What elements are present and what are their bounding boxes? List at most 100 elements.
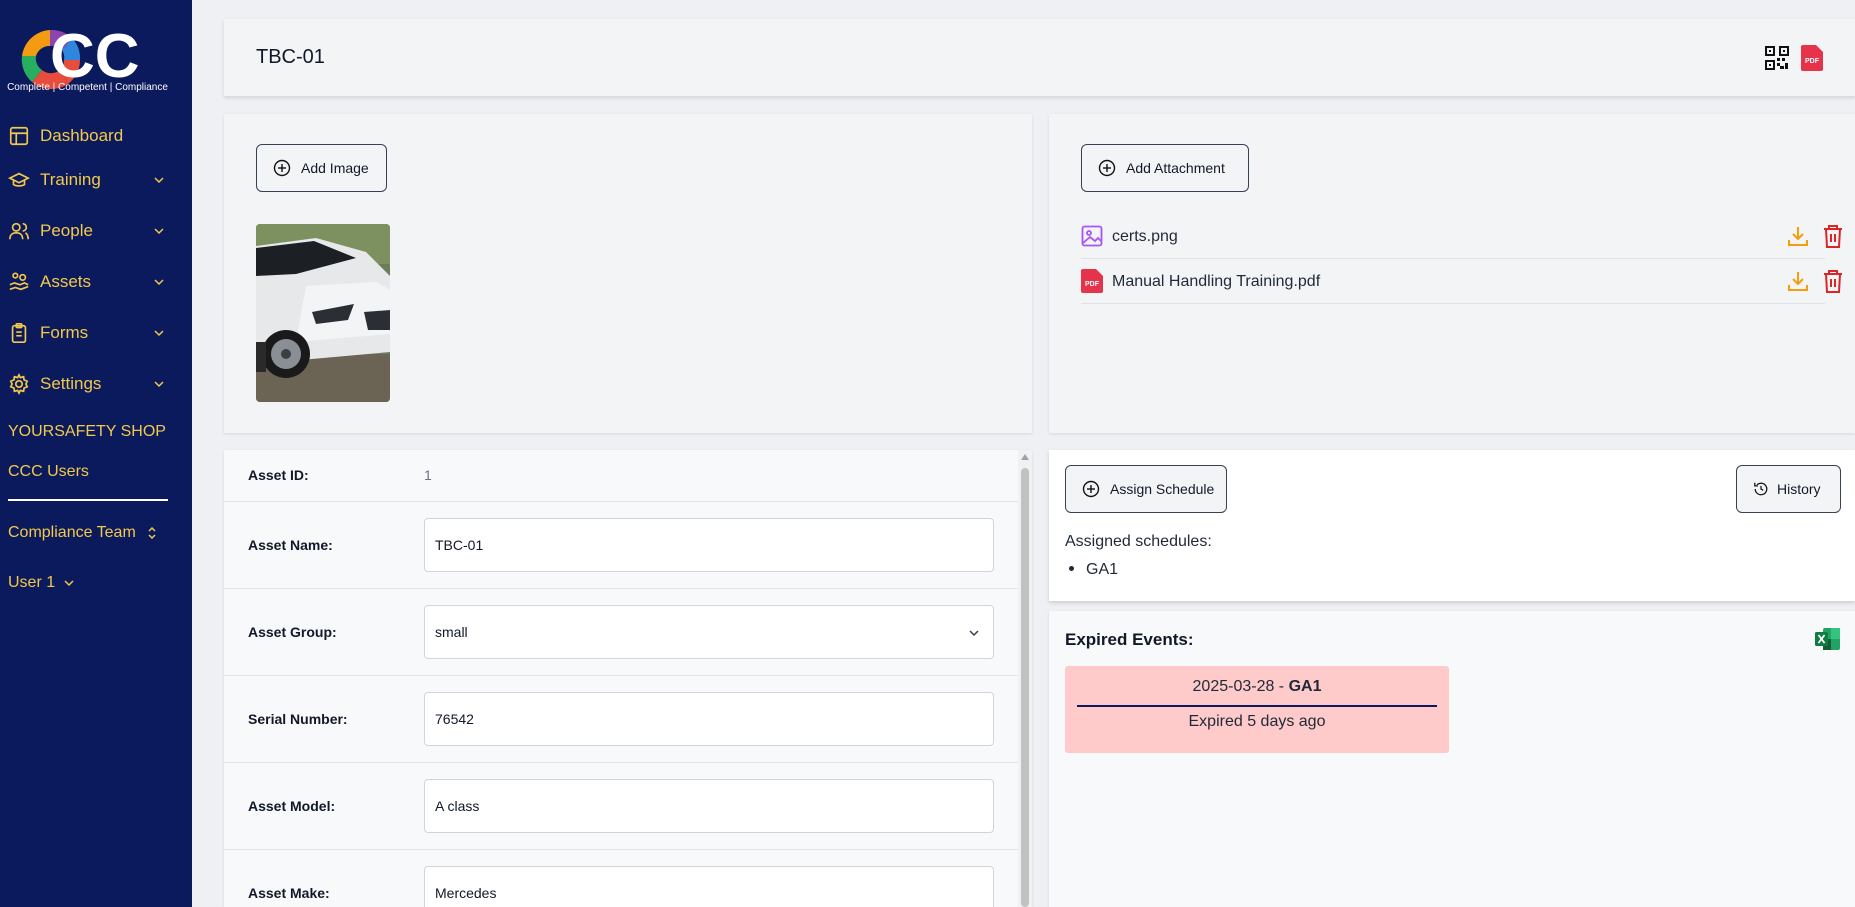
attachment-row[interactable]: PDF Manual Handling Training.pdf (1081, 259, 1842, 304)
user-menu[interactable]: User 1 (8, 574, 75, 592)
sidebar-item-settings[interactable]: Settings (0, 365, 192, 401)
chevron-down-icon (154, 381, 164, 388)
plus-circle-icon (1082, 480, 1100, 498)
asset-name-input[interactable]: TBC-01 (424, 518, 994, 572)
asset-model-input[interactable]: A class (424, 779, 994, 833)
page-header: TBC-01 PDF (224, 19, 1855, 96)
ccc-users-link[interactable]: CCC Users (8, 463, 89, 481)
attachment-name[interactable]: Manual Handling Training.pdf (1112, 273, 1320, 291)
serial-number-label: Serial Number: (248, 711, 348, 727)
attachment-name[interactable]: certs.png (1112, 228, 1178, 246)
add-image-button[interactable]: Add Image (256, 144, 387, 192)
assigned-schedules-list: GA1 (1069, 561, 1118, 579)
schedule-name: GA1 (1086, 561, 1119, 578)
add-attachment-button[interactable]: Add Attachment (1081, 144, 1249, 192)
asset-image-thumbnail[interactable] (256, 224, 390, 402)
add-attachment-label: Add Attachment (1126, 160, 1225, 176)
asset-model-row: Asset Model: A class (224, 763, 1018, 850)
asset-name-row: Asset Name: TBC-01 (224, 502, 1018, 589)
asset-group-row: Asset Group: small (224, 589, 1018, 676)
scroll-up-arrow[interactable] (1021, 454, 1029, 460)
org-name-link[interactable]: YOURSAFETY SHOP (8, 423, 166, 441)
history-button[interactable]: History (1736, 465, 1841, 513)
schedule-panel: Assign Schedule History Assigned schedul… (1049, 450, 1855, 601)
asset-details-form: Asset ID: 1 Asset Name: TBC-01 Asset Gro… (224, 450, 1032, 907)
sidebar-item-label: Assets (40, 272, 92, 291)
expired-event-schedule: GA1 (1288, 678, 1322, 695)
layout-icon (9, 126, 29, 146)
asset-group-label: Asset Group: (248, 624, 337, 640)
asset-make-label: Asset Make: (248, 885, 330, 901)
expired-event-status: Expired 5 days ago (1188, 713, 1326, 730)
expired-event-card[interactable]: 2025-03-28 - GA1 Expired 5 days ago (1065, 666, 1449, 753)
sidebar-item-people[interactable]: People (0, 212, 192, 248)
attachment-row[interactable]: certs.png (1081, 214, 1842, 259)
asset-id-value: 1 (424, 467, 432, 483)
expired-event-separator: - (1274, 678, 1289, 695)
svg-text:PDF: PDF (1805, 58, 1820, 65)
download-icon[interactable] (1786, 224, 1810, 248)
sidebar-item-forms[interactable]: Forms (0, 314, 192, 350)
card-divider (1077, 705, 1437, 707)
chevron-down-icon (154, 177, 164, 184)
asset-group-select[interactable]: small (424, 605, 994, 659)
download-icon[interactable] (1786, 269, 1810, 293)
gear-icon (9, 373, 29, 395)
asset-make-row: Asset Make: Mercedes (224, 850, 1018, 907)
assigned-schedules-label: Assigned schedules: (1065, 533, 1212, 550)
sidebar-item-label: People (40, 221, 93, 240)
clipboard-icon (11, 323, 27, 343)
trash-icon[interactable] (1821, 268, 1845, 294)
hand-coins-icon (9, 272, 29, 291)
asset-id-label: Asset ID: (248, 467, 309, 483)
expired-events-title: Expired Events: (1065, 630, 1194, 649)
graduation-cap-icon (8, 172, 30, 187)
chevron-down-icon (154, 228, 164, 235)
serial-number-row: Serial Number: 76542 (224, 676, 1018, 763)
sidebar-item-training[interactable]: Training (0, 161, 192, 197)
form-scrollbar[interactable] (1018, 450, 1032, 907)
excel-export-icon[interactable] (1815, 627, 1841, 651)
svg-text:CC: CC (50, 22, 140, 91)
list-item: GA1 (1069, 561, 1118, 579)
team-selector[interactable]: Compliance Team (8, 524, 158, 542)
history-icon (1754, 482, 1768, 496)
users-icon (9, 222, 29, 240)
chevron-down-icon (64, 580, 74, 587)
chevron-down-icon (154, 279, 164, 286)
trash-icon[interactable] (1821, 223, 1845, 249)
sidebar-item-label: Settings (40, 374, 102, 393)
sidebar-item-label: Forms (40, 323, 89, 342)
asset-name-label: Asset Name: (248, 537, 333, 553)
expired-event-date: 2025-03-28 (1192, 678, 1275, 695)
sidebar: CC Complete | Competent | Compliance Das… (0, 0, 192, 907)
plus-circle-icon (273, 159, 291, 177)
car-image-icon (256, 224, 390, 402)
qr-code-icon[interactable] (1765, 46, 1789, 70)
sidebar-item-assets[interactable]: Assets (0, 263, 192, 299)
sidebar-item-dashboard[interactable]: Dashboard (0, 117, 192, 153)
image-panel: Add Image (224, 114, 1032, 433)
expired-event-heading: 2025-03-28 - GA1 (1065, 678, 1449, 696)
user-menu-label: User 1 (8, 574, 56, 591)
team-selector-label: Compliance Team (8, 524, 136, 541)
logo-tagline: Complete | Competent | Compliance (7, 82, 168, 93)
scroll-thumb[interactable] (1021, 468, 1029, 907)
svg-text:PDF: PDF (1085, 281, 1100, 288)
history-label: History (1777, 481, 1821, 497)
assign-schedule-label: Assign Schedule (1110, 481, 1215, 497)
asset-group-value: small (435, 624, 468, 640)
sidebar-item-label: Dashboard (40, 126, 124, 145)
chevron-down-icon (154, 330, 164, 337)
assign-schedule-button[interactable]: Assign Schedule (1065, 465, 1227, 513)
asset-model-label: Asset Model: (248, 798, 336, 814)
sidebar-item-label: Training (40, 170, 101, 189)
expired-events-panel: Expired Events: 2025-03-28 - GA1 Expired… (1049, 611, 1855, 907)
plus-circle-icon (1098, 159, 1116, 177)
asset-make-input[interactable]: Mercedes (424, 866, 994, 907)
pdf-export-icon[interactable]: PDF (1801, 45, 1823, 71)
serial-number-input[interactable]: 76542 (424, 692, 994, 746)
page-title: TBC-01 (256, 46, 325, 68)
chevrons-up-down-icon (148, 526, 156, 540)
pdf-file-icon: PDF (1081, 269, 1103, 293)
